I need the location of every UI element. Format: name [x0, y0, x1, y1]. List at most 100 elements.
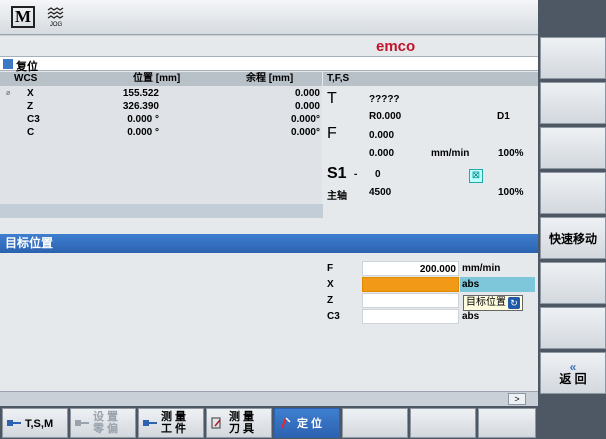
machine-mode-label: M [10, 6, 36, 28]
measure-workpiece-icon [143, 420, 157, 426]
axis-position: 0.000 ° [127, 127, 159, 138]
tool-name: ????? [369, 94, 400, 105]
position-header: 位置 [mm] [133, 73, 181, 84]
axis-table-header: WCS 位置 [mm] 余程 [mm] [0, 72, 322, 86]
axis-table: ø X 155.522 0.000 Z 326.390 0.000 C3 0.0… [0, 86, 322, 204]
jog-mode-icon[interactable]: JOG [42, 3, 70, 31]
vertical-softkey-3[interactable] [540, 127, 606, 169]
axis-distance-to-go: 0.000° [290, 127, 320, 138]
c3-abs-toggle[interactable]: abs [460, 309, 535, 324]
machine-mode-icon[interactable]: M [9, 3, 37, 31]
z-target-input[interactable] [362, 293, 459, 308]
measure-workpiece-label: 测 量 工 件 [161, 411, 186, 435]
vertical-softkey-1[interactable] [540, 37, 606, 79]
set-zero-offset-line1: 设 置 [93, 411, 119, 423]
feed-actual: 0.000 [369, 148, 395, 159]
vertical-softkey-4[interactable] [540, 172, 606, 214]
target-position-title: 目标位置 [5, 236, 54, 250]
active-axis-marker: ø [6, 90, 11, 97]
target-position-form: F 200.000 mm/min X abs Z C3 abs [0, 253, 538, 391]
axis-row: Z 326.390 0.000 [0, 100, 322, 113]
axis-position: 155.522 [122, 88, 159, 99]
feed-letter: F [327, 125, 337, 142]
measure-tool-line2: 刀 具 [229, 423, 255, 435]
measure-tool-button[interactable]: 测 量 刀 具 [206, 408, 272, 438]
zero-offset-icon [75, 420, 89, 426]
measure-tool-line1: 测 量 [229, 411, 255, 423]
vertical-softkey-7[interactable] [540, 307, 606, 349]
back-button[interactable]: « 返 回 [540, 352, 606, 394]
set-zero-offset-button[interactable]: 设 置 零 偏 [70, 408, 136, 438]
axis-distance-to-go: 0.000° [290, 114, 320, 125]
tfs-header-label: T,F,S [327, 73, 350, 84]
feed-percent: 100% [498, 148, 524, 159]
tool-letter: T [327, 90, 337, 107]
measure-tool-label: 测 量 刀 具 [229, 411, 254, 435]
spindle-actual: 4500 [369, 187, 392, 198]
axis-distance-to-go: 0.000 [294, 101, 320, 112]
set-zero-offset-label: 设 置 零 偏 [93, 411, 118, 435]
measure-workpiece-line1: 测 量 [161, 411, 187, 423]
target-unit: mm/min [462, 263, 501, 274]
rapid-traverse-button[interactable]: 快速移动 [540, 217, 606, 259]
feed-set: 0.000 [369, 130, 395, 141]
spindle-direction: - [354, 169, 358, 180]
vertical-softkey-bar: 快速移动 « 返 回 [538, 0, 606, 439]
spindle-label: S1 [327, 165, 347, 182]
axis-name: X [27, 88, 34, 99]
horizontal-softkey-7[interactable] [410, 408, 476, 438]
x-target-input[interactable] [362, 277, 459, 292]
feed-input[interactable]: 200.000 [362, 261, 459, 276]
horizontal-softkey-bar: T,S,M 设 置 零 偏 测 量 工 件 测 量 刀 具 定 位 [0, 406, 538, 439]
scroll-row: > [0, 391, 538, 406]
target-label: X [327, 279, 334, 290]
horizontal-softkey-6[interactable] [342, 408, 408, 438]
axis-position: 0.000 ° [127, 114, 159, 125]
measure-workpiece-line2: 工 件 [161, 423, 187, 435]
tsm-icon [7, 420, 21, 426]
target-label: F [327, 263, 334, 274]
position-icon [281, 417, 291, 429]
logo-row: emco [0, 36, 538, 56]
x-abs-toggle[interactable]: abs [460, 277, 535, 292]
reset-status-icon [3, 59, 13, 69]
tool-edge: D1 [497, 111, 510, 122]
axis-name: C [27, 127, 35, 138]
measure-workpiece-button[interactable]: 测 量 工 件 [138, 408, 204, 438]
axis-row: C 0.000 ° 0.000° [0, 126, 322, 139]
axis-position: 326.390 [122, 101, 159, 112]
wcs-header: WCS [14, 73, 38, 84]
target-position-header: 目标位置 [0, 234, 538, 253]
refresh-icon: ↻ [508, 297, 520, 309]
status-row: 复位 [0, 56, 538, 73]
measure-tool-icon [211, 417, 221, 429]
jog-wave-icon [47, 6, 64, 19]
spindle-set: 0 [375, 169, 381, 180]
distance-to-go-header: 余程 [mm] [246, 73, 294, 84]
tooltip-text: 目标位置 [466, 297, 506, 308]
scroll-right-button[interactable]: > [508, 393, 526, 405]
vertical-softkey-6[interactable] [540, 262, 606, 304]
feed-unit: mm/min [431, 148, 470, 159]
position-label: 定 位 [297, 418, 323, 430]
tool-radius: R0.000 [369, 111, 402, 122]
horizontal-softkey-8[interactable] [478, 408, 536, 438]
axis-name: Z [27, 101, 34, 112]
axis-distance-to-go: 0.000 [294, 88, 320, 99]
tsm-button[interactable]: T,S,M [2, 408, 68, 438]
empty-band [0, 204, 538, 218]
vertical-softkey-2[interactable] [540, 82, 606, 124]
rapid-traverse-label: 快速移动 [548, 231, 597, 246]
target-label: C3 [327, 311, 340, 322]
axis-row: C3 0.000 ° 0.000° [0, 113, 322, 126]
top-bar: M JOG [0, 0, 538, 35]
empty-band-right [323, 204, 538, 218]
position-button[interactable]: 定 位 [274, 408, 340, 438]
jog-mode-label: JOG [49, 21, 63, 28]
back-label: 返 回 [559, 372, 587, 386]
tooltip: 目标位置 ↻ [463, 295, 523, 311]
emco-logo: emco [376, 38, 416, 55]
main-panel: emco 复位 WCS 位置 [mm] 余程 [mm] T,F,S ø X 15… [0, 36, 538, 391]
c3-target-input[interactable] [362, 309, 459, 324]
spindle-percent: 100% [498, 187, 524, 198]
